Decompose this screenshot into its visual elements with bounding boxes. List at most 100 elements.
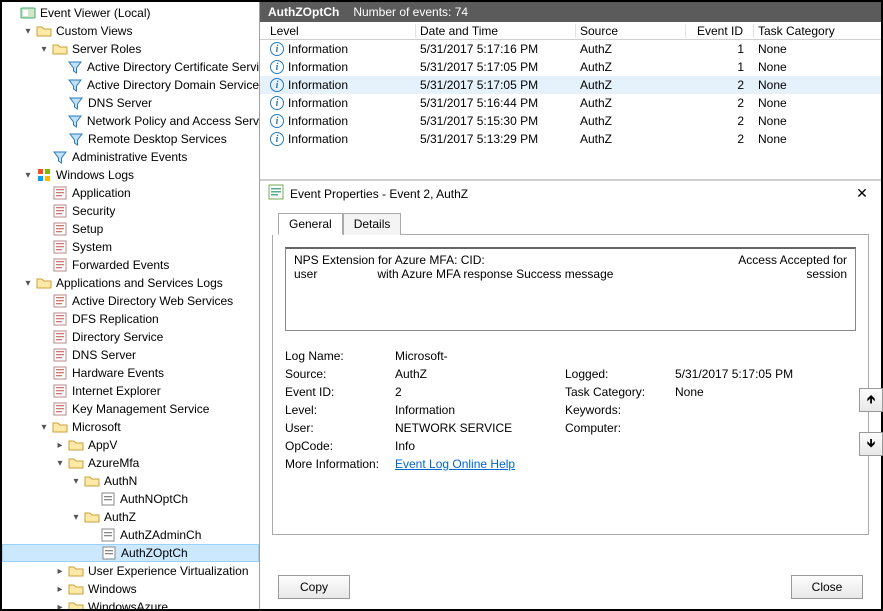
- tree-item-label: Internet Explorer: [72, 384, 161, 398]
- filter-icon: [67, 113, 83, 129]
- tree-item-windowsazure[interactable]: ▸WindowsAzure: [2, 598, 259, 609]
- label-task: Task Category:: [565, 385, 675, 399]
- tree-item-label: AuthZOptCh: [121, 546, 188, 560]
- event-grid[interactable]: Level Date and Time Source Event ID Task…: [260, 22, 881, 180]
- cell-eventid: 2: [686, 96, 754, 110]
- tree-item-server-roles[interactable]: ▾ Server Roles: [2, 40, 259, 58]
- tree-item-dns-server[interactable]: ▸DNS Server: [2, 94, 259, 112]
- close-icon[interactable]: ✕: [851, 185, 873, 202]
- folder-icon: [68, 437, 84, 453]
- label-level: Level:: [285, 403, 395, 417]
- filter-icon: [67, 59, 83, 75]
- tree-item-dfs-replication[interactable]: ▸DFS Replication: [2, 310, 259, 328]
- log-icon: [52, 293, 68, 309]
- chevron-down-icon[interactable]: ▾: [22, 277, 34, 289]
- tab-general[interactable]: General: [278, 213, 343, 235]
- chevron-down-icon[interactable]: ▾: [70, 475, 82, 487]
- tree-item-label: Server Roles: [72, 42, 141, 56]
- log-icon: [52, 185, 68, 201]
- tree-item-label: Hardware Events: [72, 366, 164, 380]
- cell-source: AuthZ: [576, 132, 686, 146]
- close-button[interactable]: Close: [791, 575, 863, 599]
- tree-item-applications-and-services-logs[interactable]: ▾Applications and Services Logs: [2, 274, 259, 292]
- chevron-right-icon[interactable]: ▸: [54, 439, 66, 451]
- grid-header[interactable]: Level Date and Time Source Event ID Task…: [260, 22, 881, 40]
- cell-eventid: 1: [686, 42, 754, 56]
- tree-item-microsoft[interactable]: ▾ Microsoft: [2, 418, 259, 436]
- col-task[interactable]: Task Category: [754, 24, 881, 38]
- cell-level: Information: [288, 114, 348, 128]
- eventviewer-icon: [20, 5, 36, 21]
- tree-item-authnoptch[interactable]: ▸AuthNOptCh: [2, 490, 259, 508]
- tree-item-active-directory-domain-service[interactable]: ▸Active Directory Domain Service: [2, 76, 259, 94]
- col-eventid[interactable]: Event ID: [686, 24, 754, 38]
- label-opcode: OpCode:: [285, 439, 395, 453]
- tree-item-label: Event Viewer (Local): [40, 6, 151, 20]
- tree-item-authz[interactable]: ▾AuthZ: [2, 508, 259, 526]
- label-eventid: Event ID:: [285, 385, 395, 399]
- cell-source: AuthZ: [576, 114, 686, 128]
- table-row[interactable]: iInformation5/31/2017 5:17:16 PMAuthZ1No…: [260, 40, 881, 58]
- tree-item-dns-server[interactable]: ▸DNS Server: [2, 346, 259, 364]
- value-source: AuthZ: [395, 367, 565, 381]
- tree-item-network-policy-and-access-serv[interactable]: ▸Network Policy and Access Serv: [2, 112, 259, 130]
- tree-item-label: System: [72, 240, 112, 254]
- col-source[interactable]: Source: [576, 24, 686, 38]
- tree-item-authzadminch[interactable]: ▸AuthZAdminCh: [2, 526, 259, 544]
- dialog-titlebar: Event Properties - Event 2, AuthZ ✕: [260, 180, 881, 206]
- tree-item-administrative-events[interactable]: ▸Administrative Events: [2, 148, 259, 166]
- tree-item-active-directory-certificate-servi[interactable]: ▸Active Directory Certificate Servi: [2, 58, 259, 76]
- tree-item-event-viewer-local[interactable]: ▸Event Viewer (Local): [2, 4, 259, 22]
- tree-item-security[interactable]: ▸Security: [2, 202, 259, 220]
- tree-item-custom-views[interactable]: ▾Custom Views: [2, 22, 259, 40]
- tab-details[interactable]: Details: [343, 213, 402, 235]
- folder-icon: [52, 41, 68, 57]
- tree-item-hardware-events[interactable]: ▸Hardware Events: [2, 364, 259, 382]
- tree-item-internet-explorer[interactable]: ▸Internet Explorer: [2, 382, 259, 400]
- tree-item-system[interactable]: ▸System: [2, 238, 259, 256]
- chevron-down-icon[interactable]: ▾: [22, 169, 34, 181]
- log-icon: [52, 329, 68, 345]
- tree-item-windows[interactable]: ▸Windows: [2, 580, 259, 598]
- tree-item-setup[interactable]: ▸Setup: [2, 220, 259, 238]
- tree-item-windows-logs[interactable]: ▾Windows Logs: [2, 166, 259, 184]
- col-level[interactable]: Level: [266, 24, 416, 38]
- tree-item-azuremfa[interactable]: ▾AzureMfa: [2, 454, 259, 472]
- tree-item-appv[interactable]: ▸AppV: [2, 436, 259, 454]
- chevron-down-icon[interactable]: ▾: [38, 421, 50, 433]
- chevron-down-icon[interactable]: ▾: [70, 511, 82, 523]
- link-online-help[interactable]: Event Log Online Help: [395, 457, 515, 471]
- table-row[interactable]: iInformation5/31/2017 5:17:05 PMAuthZ2No…: [260, 76, 881, 94]
- tree-item-label: Microsoft: [72, 420, 121, 434]
- table-row[interactable]: iInformation5/31/2017 5:15:30 PMAuthZ2No…: [260, 112, 881, 130]
- value-logname: Microsoft-: [395, 349, 565, 363]
- nav-down-button[interactable]: 🡻: [859, 432, 883, 456]
- winlogs-icon: [36, 167, 52, 183]
- label-computer: Computer:: [565, 421, 675, 435]
- tree-item-remote-desktop-services[interactable]: ▸Remote Desktop Services: [2, 130, 259, 148]
- table-row[interactable]: iInformation5/31/2017 5:13:29 PMAuthZ2No…: [260, 130, 881, 148]
- chevron-down-icon[interactable]: ▾: [38, 43, 50, 55]
- copy-button[interactable]: Copy: [278, 575, 350, 599]
- chevron-down-icon[interactable]: ▾: [54, 457, 66, 469]
- tree-item-application[interactable]: ▸Application: [2, 184, 259, 202]
- nav-up-button[interactable]: 🡹: [859, 388, 883, 412]
- tree-item-authzoptch[interactable]: ▸AuthZOptCh: [2, 544, 259, 562]
- tree-item-directory-service[interactable]: ▸Directory Service: [2, 328, 259, 346]
- table-row[interactable]: iInformation5/31/2017 5:17:05 PMAuthZ1No…: [260, 58, 881, 76]
- tree-item-authn[interactable]: ▾AuthN: [2, 472, 259, 490]
- tab-content: NPS Extension for Azure MFA: CID: Access…: [272, 235, 869, 535]
- value-keywords: [675, 403, 845, 417]
- tree-item-user-experience-virtualization[interactable]: ▸User Experience Virtualization: [2, 562, 259, 580]
- table-row[interactable]: iInformation5/31/2017 5:16:44 PMAuthZ2No…: [260, 94, 881, 112]
- chevron-right-icon[interactable]: ▸: [54, 601, 66, 609]
- chevron-down-icon[interactable]: ▾: [22, 25, 34, 37]
- tree-item-forwarded-events[interactable]: ▸Forwarded Events: [2, 256, 259, 274]
- col-date[interactable]: Date and Time: [416, 24, 576, 38]
- folder-icon: [36, 23, 52, 39]
- chevron-right-icon[interactable]: ▸: [54, 565, 66, 577]
- chevron-right-icon[interactable]: ▸: [54, 583, 66, 595]
- tree-item-active-directory-web-services[interactable]: ▸Active Directory Web Services: [2, 292, 259, 310]
- arrow-down-icon: 🡻: [867, 434, 876, 455]
- tree-item-key-management-service[interactable]: ▸Key Management Service: [2, 400, 259, 418]
